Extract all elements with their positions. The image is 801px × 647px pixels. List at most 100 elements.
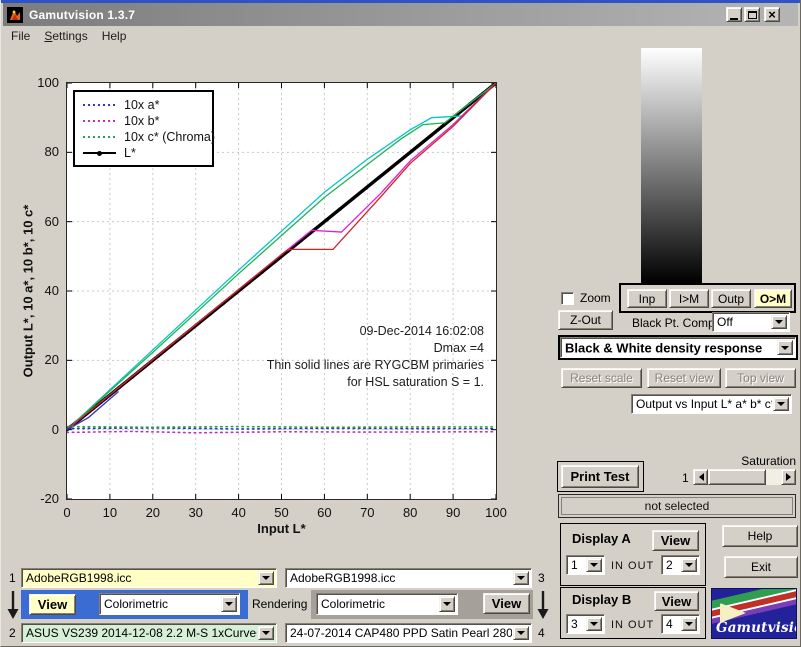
y-tick-label: 0	[21, 422, 59, 437]
x-tick-label: 70	[352, 505, 382, 520]
annotation-line: Dmax =4	[267, 340, 484, 357]
dropdown-arrow-button[interactable]	[681, 617, 697, 631]
dropdown-arrow-button[interactable]	[586, 558, 602, 572]
dropdown-arrow-button[interactable]	[513, 626, 529, 640]
menu-bar: File Settings Help	[4, 27, 133, 45]
chevron-down-icon	[517, 631, 525, 639]
maximize-icon	[748, 11, 757, 19]
profile-3-value: AdobeRGB1998.icc	[290, 571, 512, 585]
display-b-out-select[interactable]: 4	[661, 614, 700, 634]
x-tick-label: 50	[267, 505, 297, 520]
display-b-in-select[interactable]: 3	[566, 614, 605, 634]
display-a-view-button[interactable]: View	[652, 530, 699, 551]
grayscale-gradient-strip	[641, 48, 702, 283]
profile-4-select[interactable]: 24-07-2014 CAP480 PPD Satin Pearl 280g.i…	[285, 623, 532, 643]
x-tick-label: 10	[95, 505, 125, 520]
saturation-label: Saturation	[704, 454, 796, 468]
profile-1-value: AdobeRGB1998.icc	[26, 571, 257, 585]
display-a-title: Display A	[572, 531, 631, 546]
logo-text: Gamutvision	[716, 620, 797, 636]
profile-2-value: ASUS VS239 2014-12-08 2.2 M-S 1xCurve+MT…	[26, 626, 257, 640]
im-button[interactable]: I>M	[669, 289, 709, 308]
saturation-value: 1	[682, 471, 689, 485]
dropdown-arrow-button[interactable]	[258, 571, 274, 585]
x-tick-label: 20	[138, 505, 168, 520]
x-tick-label: 80	[395, 505, 425, 520]
x-tick-label: 60	[309, 505, 339, 520]
profile-4-value: 24-07-2014 CAP480 PPD Satin Pearl 280g.i…	[290, 626, 512, 640]
right-rendering-select[interactable]: Colorimetric	[316, 593, 458, 615]
close-button[interactable]: ×	[764, 7, 780, 22]
y-tick-label: 100	[21, 75, 59, 90]
dropdown-arrow-button[interactable]	[258, 626, 274, 640]
display-b-inout-label: IN OUT	[611, 619, 654, 631]
x-axis-ticks: 0102030405060708090100	[66, 505, 497, 519]
dropdown-arrow-button[interactable]	[773, 397, 789, 411]
print-test-button[interactable]: Print Test	[561, 465, 639, 488]
profile-3-index: 3	[538, 571, 545, 585]
arrow-left-icon	[695, 473, 704, 481]
response-plot[interactable]: 10x a* 10x b* 10x c* (Chroma) L* 09-Dec-…	[66, 82, 497, 500]
z-out-button[interactable]: Z-Out	[558, 310, 613, 330]
top-view-button[interactable]: Top view	[725, 368, 796, 388]
dropdown-arrow-button[interactable]	[777, 340, 793, 355]
reset-scale-button[interactable]: Reset scale	[561, 368, 642, 388]
display-b-view-button[interactable]: View	[654, 591, 699, 611]
display-b-title: Display B	[572, 592, 631, 607]
om-button[interactable]: O>M	[754, 289, 792, 308]
left-rendering-select[interactable]: Colorimetric	[99, 593, 240, 615]
legend-item: L*	[83, 145, 212, 161]
y-tick-label: 80	[21, 144, 59, 159]
plot-type-select[interactable]: Output vs Input L* a* b* c*	[631, 394, 792, 414]
y-tick-label: -20	[21, 491, 59, 506]
zoom-checkbox-label: Zoom	[580, 291, 611, 305]
annotation-line: Thin solid lines are RYGCBM primaries	[267, 357, 484, 374]
black-pt-comp-select[interactable]: Off	[712, 312, 790, 332]
menu-file[interactable]: File	[4, 27, 37, 45]
plot-type-value: Output vs Input L* a* b* c*	[636, 397, 772, 411]
response-mode-select[interactable]: Black & White density response	[560, 337, 796, 358]
dropdown-arrow-button[interactable]	[221, 596, 237, 612]
display-a-inout-label: IN OUT	[611, 560, 654, 572]
legend-line-L	[83, 152, 116, 154]
saturation-slider[interactable]	[693, 469, 796, 485]
slider-thumb[interactable]	[708, 469, 766, 485]
y-axis-label: Output L*, 10 a*, 10 b*, 10 c*	[21, 205, 36, 378]
dropdown-arrow-button[interactable]	[586, 617, 602, 631]
dropdown-arrow-button[interactable]	[771, 315, 787, 329]
help-button[interactable]: Help	[722, 525, 798, 547]
display-b-in-value: 3	[571, 617, 585, 631]
menu-help[interactable]: Help	[95, 27, 134, 45]
slider-track[interactable]	[766, 469, 781, 485]
black-pt-comp-label: Black Pt. Comp.	[632, 316, 718, 330]
exit-button[interactable]: Exit	[724, 556, 798, 578]
inp-button[interactable]: Inp	[627, 289, 667, 308]
profile-2-select[interactable]: ASUS VS239 2014-12-08 2.2 M-S 1xCurve+MT…	[21, 623, 277, 643]
profile-2-index: 2	[9, 626, 16, 640]
dropdown-arrow-button[interactable]	[439, 596, 455, 612]
profile-1-select[interactable]: AdobeRGB1998.icc	[21, 568, 277, 588]
menu-settings[interactable]: Settings	[37, 27, 94, 45]
dropdown-arrow-button[interactable]	[513, 571, 529, 585]
rendering-label: Rendering	[252, 597, 307, 611]
left-view-button[interactable]: View	[29, 594, 76, 615]
slider-right-arrow[interactable]	[781, 469, 796, 485]
left-rendering-panel: View Colorimetric	[21, 590, 248, 619]
display-a-out-select[interactable]: 2	[661, 555, 700, 575]
dropdown-arrow-button[interactable]	[681, 558, 697, 572]
reset-view-button[interactable]: Reset view	[647, 368, 721, 388]
title-bar[interactable]: Gamutvision 1.3.7 ×	[3, 3, 798, 26]
black-pt-comp-value: Off	[717, 315, 770, 329]
outp-button[interactable]: Outp	[711, 289, 751, 308]
slider-left-arrow[interactable]	[693, 469, 708, 485]
display-b-group: Display B View 3 IN OUT 4	[560, 587, 706, 639]
maximize-button[interactable]	[744, 7, 760, 22]
zoom-checkbox[interactable]	[561, 292, 574, 305]
chevron-down-icon	[590, 563, 598, 571]
right-view-button[interactable]: View	[483, 593, 530, 614]
profile-3-select[interactable]: AdobeRGB1998.icc	[285, 568, 532, 588]
display-a-in-select[interactable]: 1	[566, 555, 605, 575]
chevron-down-icon	[262, 631, 270, 639]
display-a-out-value: 2	[666, 558, 680, 572]
minimize-button[interactable]	[726, 7, 742, 22]
